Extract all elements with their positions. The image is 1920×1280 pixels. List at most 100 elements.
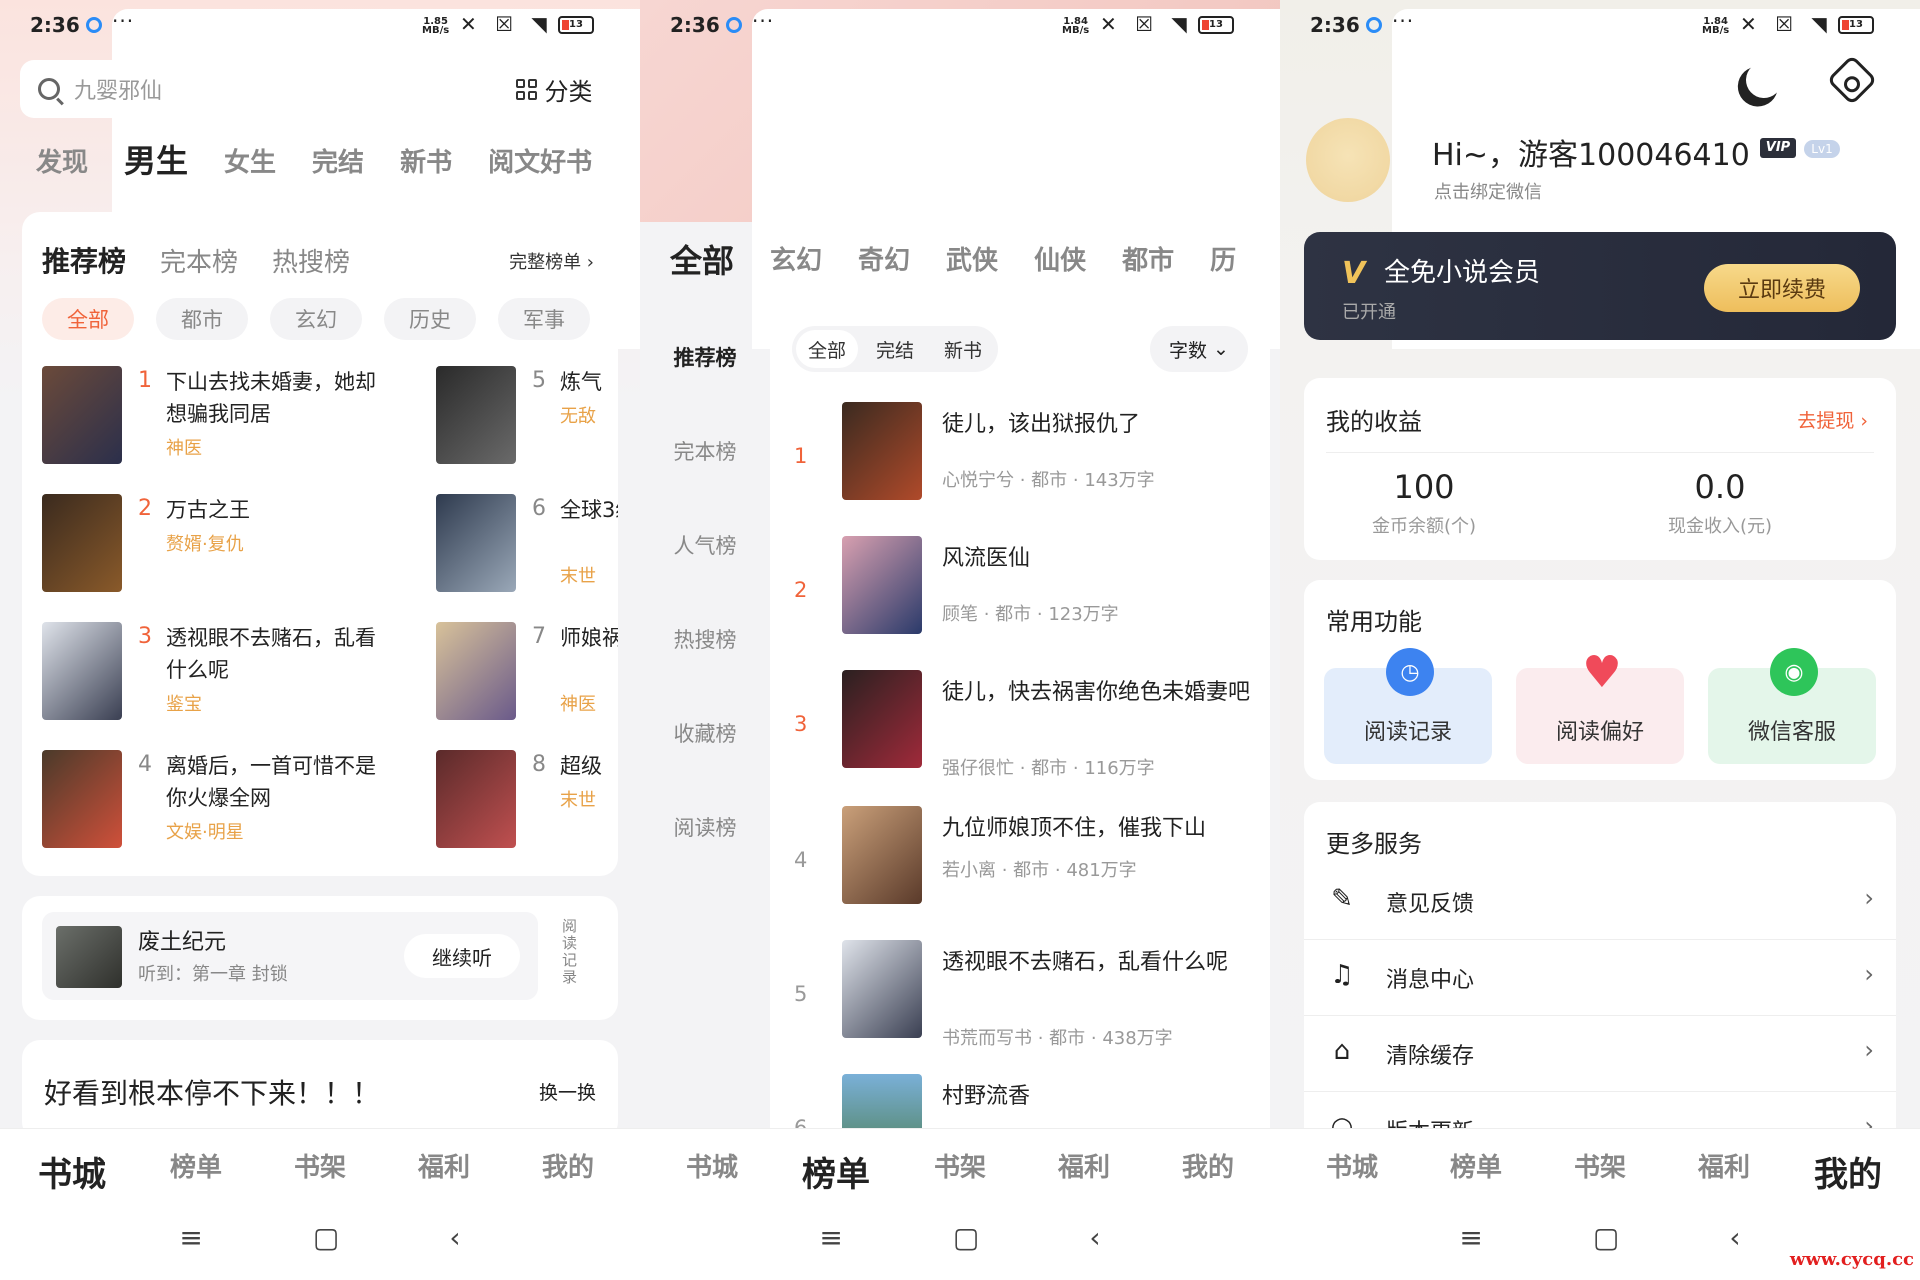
tab-hot-search-rank[interactable]: 热搜榜 bbox=[272, 242, 350, 279]
book-item[interactable]: 1 下山去找未婚妻，她却想骗我同居 神医 bbox=[42, 366, 442, 466]
book-item[interactable]: 4 离婚后，一首可惜不是你火爆全网 文娱·明星 bbox=[42, 750, 442, 850]
home-icon[interactable]: ▢ bbox=[953, 1221, 979, 1254]
chip-all[interactable]: 全部 bbox=[42, 298, 134, 340]
nav-shelf[interactable]: 书架 bbox=[1545, 1147, 1655, 1196]
nav-mine[interactable]: 我的 bbox=[1793, 1147, 1903, 1196]
clear-cache-row[interactable]: ⌂ 清除缓存 › bbox=[1304, 1016, 1896, 1092]
book-title: 九位师娘顶不住，催我下山 bbox=[942, 816, 1207, 841]
tab-new[interactable]: 新书 bbox=[400, 142, 452, 182]
tab-discover[interactable]: 发现 bbox=[36, 142, 88, 182]
status-time: 2:36 bbox=[1310, 13, 1360, 37]
bind-wechat-link[interactable]: 点击绑定微信 bbox=[1434, 178, 1542, 204]
genre-tab[interactable]: 武侠 bbox=[946, 240, 998, 282]
book-cover bbox=[842, 670, 922, 768]
nav-mine[interactable]: 我的 bbox=[513, 1147, 623, 1196]
broom-icon: ⌂ bbox=[1333, 1036, 1351, 1066]
sidebar-item[interactable]: 阅读榜 bbox=[640, 780, 770, 874]
chip-military[interactable]: 军事 bbox=[498, 298, 590, 340]
reading-history-link[interactable]: 阅读记录 bbox=[562, 918, 582, 986]
genre-tab[interactable]: 玄幻 bbox=[770, 240, 822, 282]
back-icon[interactable]: ‹ bbox=[1089, 1221, 1100, 1254]
book-item[interactable]: 2 万古之王 赘婿·复仇 bbox=[42, 494, 442, 594]
nav-rank[interactable]: 榜单 bbox=[781, 1147, 891, 1196]
continue-item[interactable]: 废土纪元 听到：第一章 封锁 继续听 bbox=[42, 912, 538, 1000]
book-tag: 赘婿·复仇 bbox=[166, 534, 244, 555]
filter-all[interactable]: 全部 bbox=[796, 330, 859, 368]
tab-finished-rank[interactable]: 完本榜 bbox=[160, 242, 238, 279]
wechat-service-button[interactable]: ◉ 微信客服 bbox=[1708, 648, 1876, 764]
book-title: 离婚后，一首可惜不是你火爆全网 bbox=[166, 754, 376, 810]
reading-history-button[interactable]: ◷ 阅读记录 bbox=[1324, 648, 1492, 764]
chip-fantasy[interactable]: 玄幻 bbox=[270, 298, 362, 340]
sidebar-item[interactable]: 收藏榜 bbox=[640, 686, 770, 780]
swap-button[interactable]: 换一换 bbox=[539, 1078, 596, 1105]
home-icon[interactable]: ▢ bbox=[1593, 1221, 1619, 1254]
chip-history[interactable]: 历史 bbox=[384, 298, 476, 340]
menu-icon[interactable]: ≡ bbox=[1459, 1221, 1482, 1254]
genre-tab[interactable]: 历 bbox=[1210, 240, 1236, 282]
tab-good-books[interactable]: 阅文好书 bbox=[488, 142, 592, 182]
feedback-row[interactable]: ✎ 意见反馈 › bbox=[1304, 864, 1896, 940]
filter-finished[interactable]: 完结 bbox=[864, 330, 926, 368]
recommend-section: 好看到根本停不下来！！！ 换一换 bbox=[22, 1040, 618, 1140]
reading-preference-button[interactable]: ♥ 阅读偏好 bbox=[1516, 647, 1684, 764]
nav-rank[interactable]: 榜单 bbox=[141, 1147, 251, 1196]
list-item[interactable]: 5 透视眼不去赌石，乱看什么呢 书荒而写书 · 都市 · 438万字 bbox=[770, 940, 1270, 1060]
list-item[interactable]: 3 徒儿，快去祸害你绝色未婚妻吧 强仔很忙 · 都市 · 116万字 bbox=[770, 670, 1270, 790]
sidebar-item[interactable]: 人气榜 bbox=[640, 498, 770, 592]
book-item[interactable]: 7 师娘祸害 神医 bbox=[436, 622, 618, 722]
nav-shelf[interactable]: 书架 bbox=[905, 1147, 1015, 1196]
menu-icon[interactable]: ≡ bbox=[819, 1221, 842, 1254]
withdraw-link[interactable]: 去提现 › bbox=[1797, 406, 1868, 433]
continue-button[interactable]: 继续听 bbox=[404, 934, 520, 978]
nav-rank[interactable]: 榜单 bbox=[1421, 1147, 1531, 1196]
category-button[interactable]: 分类 bbox=[490, 60, 618, 118]
back-icon[interactable]: ‹ bbox=[1729, 1221, 1740, 1254]
nav-bookstore[interactable]: 书城 bbox=[1297, 1147, 1407, 1196]
tab-finished[interactable]: 完结 bbox=[312, 142, 364, 182]
tab-male[interactable]: 男生 bbox=[124, 136, 188, 182]
nav-bookstore[interactable]: 书城 bbox=[657, 1147, 767, 1196]
genre-tab[interactable]: 都市 bbox=[1122, 240, 1174, 282]
search-input[interactable]: 九婴邪仙 bbox=[20, 60, 470, 118]
genre-tab[interactable]: 全部 bbox=[670, 236, 734, 282]
nav-welfare[interactable]: 福利 bbox=[1669, 1147, 1779, 1196]
book-item[interactable]: 6 全球3级文 末世 bbox=[436, 494, 618, 594]
tab-female[interactable]: 女生 bbox=[224, 142, 276, 182]
sidebar-item[interactable]: 推荐榜 bbox=[640, 310, 770, 404]
nav-bookstore[interactable]: 书城 bbox=[17, 1147, 127, 1196]
coin-balance[interactable]: 100 金币余额(个) bbox=[1304, 468, 1544, 538]
chip-urban[interactable]: 都市 bbox=[156, 298, 248, 340]
rank-number: 4 bbox=[138, 752, 152, 777]
tab-recommend-rank[interactable]: 推荐榜 bbox=[42, 240, 126, 280]
book-item[interactable]: 5 炼气 无敌 bbox=[436, 366, 618, 466]
rank-number: 5 bbox=[532, 368, 546, 393]
full-rank-link[interactable]: 完整榜单 › bbox=[509, 248, 594, 274]
cash-income[interactable]: 0.0 现金收入(元) bbox=[1600, 468, 1840, 538]
book-item[interactable]: 3 透视眼不去赌石，乱看什么呢 鉴宝 bbox=[42, 622, 442, 722]
message-center-row[interactable]: ♫ 消息中心 › bbox=[1304, 940, 1896, 1016]
sort-dropdown[interactable]: 字数 ⌄ bbox=[1150, 326, 1248, 372]
sidebar-item[interactable]: 热搜榜 bbox=[640, 592, 770, 686]
genre-tab[interactable]: 仙侠 bbox=[1034, 240, 1086, 282]
menu-icon[interactable]: ≡ bbox=[179, 1221, 202, 1254]
list-item[interactable]: 2 风流医仙 顾笔 · 都市 · 123万字 bbox=[770, 536, 1270, 656]
nav-mine[interactable]: 我的 bbox=[1153, 1147, 1263, 1196]
avatar[interactable] bbox=[1306, 118, 1390, 202]
wechat-icon: ◉ bbox=[1770, 648, 1818, 696]
nav-welfare[interactable]: 福利 bbox=[1029, 1147, 1139, 1196]
nav-welfare[interactable]: 福利 bbox=[389, 1147, 499, 1196]
back-icon[interactable]: ‹ bbox=[449, 1221, 460, 1254]
home-icon[interactable]: ▢ bbox=[313, 1221, 339, 1254]
divider bbox=[1326, 452, 1874, 453]
continue-listening-card: 废土纪元 听到：第一章 封锁 继续听 阅读记录 bbox=[22, 896, 618, 1020]
nav-shelf[interactable]: 书架 bbox=[265, 1147, 375, 1196]
list-item[interactable]: 1 徒儿，该出狱报仇了 心悦宁兮 · 都市 · 143万字 bbox=[770, 402, 1270, 522]
book-meta: 若小离 · 都市 · 481万字 bbox=[942, 860, 1137, 881]
filter-new[interactable]: 新书 bbox=[932, 330, 994, 368]
list-item[interactable]: 4 九位师娘顶不住，催我下山 若小离 · 都市 · 481万字 bbox=[770, 806, 1270, 926]
renew-button[interactable]: 立即续费 bbox=[1704, 264, 1860, 312]
sidebar-item[interactable]: 完本榜 bbox=[640, 404, 770, 498]
genre-tab[interactable]: 奇幻 bbox=[858, 240, 910, 282]
book-item[interactable]: 8 超级 末世 bbox=[436, 750, 618, 850]
